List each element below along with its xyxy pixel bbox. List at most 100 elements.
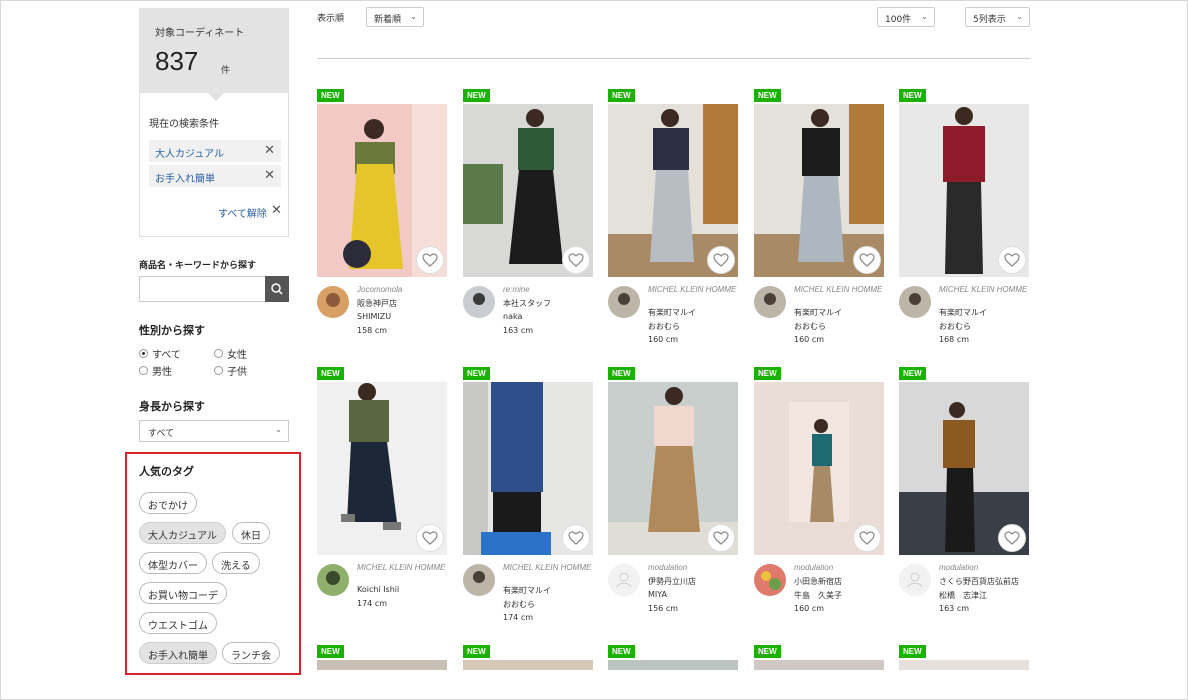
favorite-heart-icon[interactable] (416, 246, 444, 274)
coordinate-photo[interactable] (608, 660, 738, 670)
brand-name[interactable]: MICHEL KLEIN HOMME (648, 285, 738, 294)
tag-chip[interactable]: おでかけ (139, 492, 197, 514)
columns-select[interactable]: 5列表示 ⌄ (965, 7, 1030, 27)
tag-chip-selected[interactable]: 大人カジュアル (139, 522, 226, 544)
favorite-heart-icon[interactable] (998, 524, 1026, 552)
conditions-title: 現在の検索条件 (149, 119, 219, 130)
staff-name[interactable]: 松橋 志津江 (939, 590, 987, 601)
radio-icon (214, 366, 223, 375)
store-name: 本社スタッフ (503, 299, 551, 308)
staff-avatar[interactable] (899, 286, 931, 318)
coordinate-photo[interactable] (463, 660, 593, 670)
brand-name[interactable]: MICHEL KLEIN HOMME (794, 285, 884, 294)
new-badge: NEW (317, 89, 344, 102)
favorite-heart-icon[interactable] (416, 524, 444, 552)
new-badge: NEW (608, 367, 635, 380)
sort-select[interactable]: 新着順 ⌄ (366, 7, 424, 27)
new-badge: NEW (463, 89, 490, 102)
favorite-heart-icon[interactable] (562, 524, 590, 552)
radio-icon (139, 366, 148, 375)
staff-height: 174 cm (503, 613, 534, 622)
favorite-heart-icon[interactable] (562, 246, 590, 274)
gender-radio-child[interactable]: 子供 (214, 363, 247, 378)
favorite-heart-icon[interactable] (707, 246, 735, 274)
brand-name[interactable]: re:mine (503, 285, 593, 294)
default-avatar-icon[interactable] (608, 564, 640, 596)
remove-condition-icon[interactable]: ✕ (264, 168, 275, 183)
keyword-search-input[interactable] (139, 276, 265, 302)
default-avatar-icon[interactable] (899, 564, 931, 596)
remove-condition-icon[interactable]: ✕ (264, 143, 275, 158)
staff-name[interactable]: おおむら (648, 321, 680, 332)
staff-avatar[interactable] (317, 564, 349, 596)
staff-name[interactable]: 牛島 久美子 (794, 590, 842, 601)
staff-avatar[interactable] (317, 286, 349, 318)
staff-name[interactable]: おおむら (503, 599, 535, 610)
tag-chip[interactable]: 洗える (212, 552, 260, 574)
staff-height: 160 cm (794, 335, 825, 344)
new-badge: NEW (608, 645, 635, 658)
tag-chip[interactable]: 体型カバー (139, 552, 207, 574)
favorite-heart-icon[interactable] (707, 524, 735, 552)
new-badge: NEW (608, 89, 635, 102)
staff-avatar[interactable] (754, 286, 786, 318)
search-icon (271, 283, 283, 295)
coordinate-photo[interactable] (899, 660, 1029, 670)
toolbar-divider (317, 58, 1030, 59)
gender-section-title: 性別から探す (139, 324, 205, 337)
brand-name[interactable]: modulation (794, 563, 884, 572)
staff-avatar[interactable] (463, 564, 495, 596)
staff-name[interactable]: おおむら (794, 321, 826, 332)
staff-name[interactable]: MIYA (648, 590, 667, 599)
store-name: 有楽町マルイ (939, 308, 987, 317)
condition-chip: お手入れ簡単 ✕ (149, 165, 281, 187)
staff-avatar[interactable] (608, 286, 640, 318)
new-badge: NEW (754, 645, 781, 658)
per-page-select[interactable]: 100件 ⌄ (877, 7, 935, 27)
tag-chip[interactable]: ウエストゴム (139, 612, 217, 634)
staff-avatar[interactable] (463, 286, 495, 318)
radio-selected-icon (139, 349, 148, 358)
store-name: 有楽町マルイ (648, 308, 696, 317)
favorite-heart-icon[interactable] (998, 246, 1026, 274)
favorite-heart-icon[interactable] (853, 524, 881, 552)
result-count-unit: 件 (221, 66, 231, 76)
staff-height: 156 cm (648, 604, 679, 613)
staff-name[interactable]: おおむら (939, 321, 971, 332)
store-name: 有楽町マルイ (503, 586, 551, 595)
clear-all-link[interactable]: すべて解除 (218, 205, 267, 220)
clear-all-icon[interactable]: ✕ (271, 203, 282, 218)
brand-name[interactable]: modulation (939, 563, 1029, 572)
height-select[interactable]: すべて ⌄ (139, 420, 289, 442)
tag-chip-selected[interactable]: お手入れ簡単 (139, 642, 217, 664)
brand-name[interactable]: MICHEL KLEIN HOMME (357, 563, 447, 572)
staff-name[interactable]: SHIMIZU (357, 312, 391, 321)
result-count-number: 837 (155, 46, 199, 76)
gender-radio-female[interactable]: 女性 (214, 346, 247, 361)
brand-name[interactable]: modulation (648, 563, 738, 572)
tag-chip[interactable]: ランチ会 (222, 642, 280, 664)
staff-name[interactable]: Koichi Ishii (357, 585, 399, 594)
new-badge: NEW (754, 367, 781, 380)
store-name: 有楽町マルイ (794, 308, 842, 317)
brand-name[interactable]: Jocomomola (357, 285, 447, 294)
staff-height: 158 cm (357, 326, 388, 335)
coordinate-photo[interactable] (317, 660, 447, 670)
brand-name[interactable]: MICHEL KLEIN HOMME (939, 285, 1029, 294)
condition-chip: 大人カジュアル ✕ (149, 140, 281, 162)
favorite-heart-icon[interactable] (853, 246, 881, 274)
coordinate-photo[interactable] (754, 660, 884, 670)
new-badge: NEW (899, 89, 926, 102)
brand-name[interactable]: MICHEL KLEIN HOMME (503, 563, 593, 572)
keyword-section-title: 商品名・キーワードから探す (139, 261, 257, 271)
staff-height: 163 cm (503, 326, 534, 335)
staff-avatar[interactable] (754, 564, 786, 596)
gender-radio-all[interactable]: すべて (139, 346, 181, 361)
search-button[interactable] (265, 276, 289, 302)
gender-radio-male[interactable]: 男性 (139, 363, 172, 378)
staff-height: 174 cm (357, 599, 388, 608)
staff-name[interactable]: naka (503, 312, 522, 321)
new-badge: NEW (899, 645, 926, 658)
tag-chip[interactable]: 休日 (232, 522, 270, 544)
tag-chip[interactable]: お買い物コーデ (139, 582, 227, 604)
